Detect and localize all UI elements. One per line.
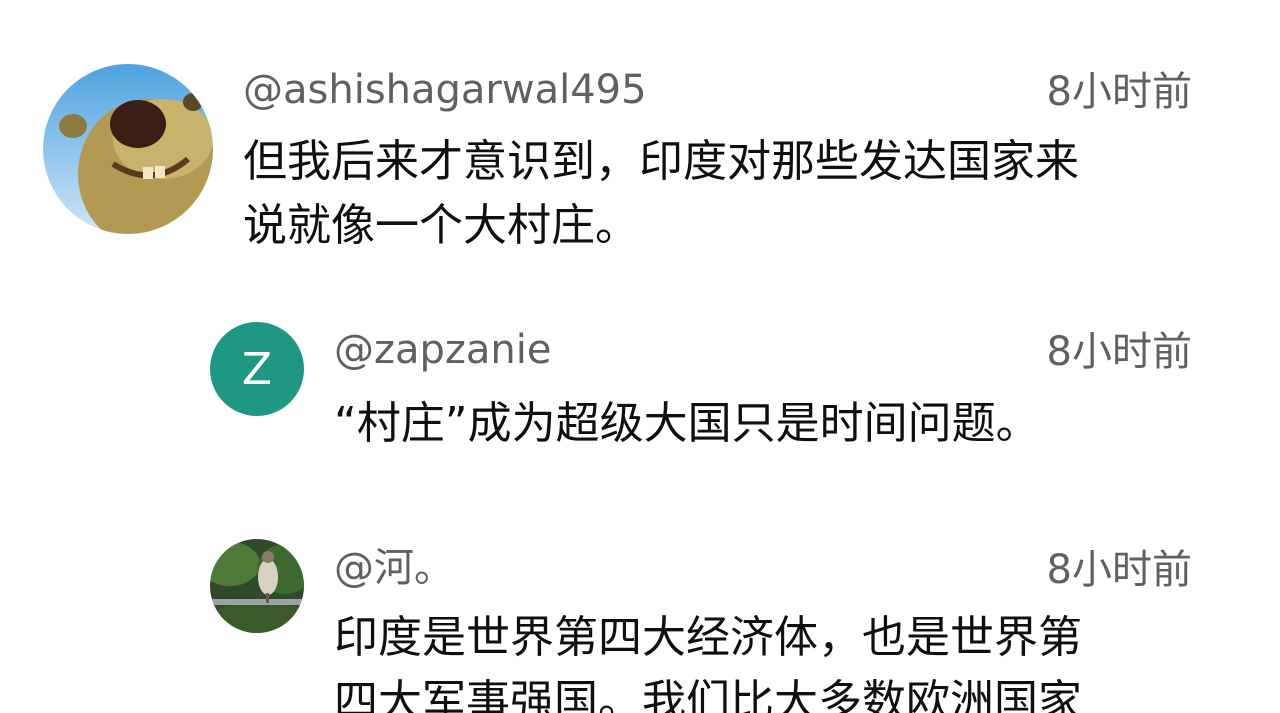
comment-item: @ashishagarwal495 8小时前 但我后来才意识到，印度对那些发达国… (0, 0, 1280, 260)
comment-timestamp: 8小时前 (1046, 329, 1192, 375)
sloth-avatar-icon (43, 64, 213, 234)
comment-timestamp: 8小时前 (1046, 547, 1192, 593)
comment-text-line: 印度是世界第四大经济体，也是世界第 (334, 612, 1082, 663)
bird-avatar-icon (210, 539, 304, 633)
comment-timestamp: 8小时前 (1046, 69, 1192, 115)
comment-text: 印度是世界第四大经济体，也是世界第 四大军事强国。我们比大多数欧洲国家 (334, 606, 1082, 713)
user-avatar[interactable]: Z (210, 322, 304, 416)
user-avatar[interactable] (43, 64, 213, 234)
comment-text-line: 说就像一个大村庄。 (243, 200, 639, 251)
comment-text: 但我后来才意识到，印度对那些发达国家来 说就像一个大村庄。 (243, 130, 1079, 258)
reply-item: Z @zapzanie 8小时前 “村庄”成为超级大国只是时间问题。 (0, 300, 1280, 480)
comment-author[interactable]: @ashishagarwal495 (243, 70, 647, 110)
comment-text-line: “村庄”成为超级大国只是时间问题。 (334, 398, 1040, 449)
comment-text-line: 但我后来才意识到，印度对那些发达国家来 (243, 136, 1079, 187)
reply-item: @河。 8小时前 印度是世界第四大经济体，也是世界第 四大军事强国。我们比大多数… (0, 520, 1280, 713)
avatar-letter: Z (241, 343, 273, 395)
comments-page: @ashishagarwal495 8小时前 但我后来才意识到，印度对那些发达国… (0, 0, 1280, 713)
comment-text: “村庄”成为超级大国只是时间问题。 (334, 392, 1040, 456)
comment-text-line: 四大军事强国。我们比大多数欧洲国家 (334, 676, 1082, 713)
user-avatar[interactable] (210, 539, 304, 633)
comment-author[interactable]: @zapzanie (334, 330, 551, 370)
comment-author[interactable]: @河。 (334, 548, 454, 588)
